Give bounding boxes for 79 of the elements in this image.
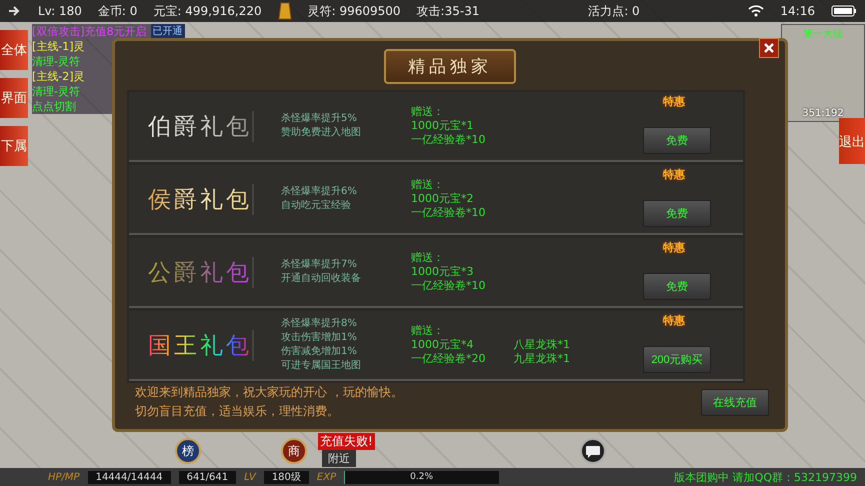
arrow-icon[interactable]: [8, 5, 22, 17]
gift-text: 1000元宝*3: [411, 265, 474, 279]
wifi-icon: [748, 5, 764, 17]
clock-text: 14:16: [780, 4, 815, 18]
exp-label: EXP: [316, 472, 336, 482]
perk-text: 攻击伤害增加1%: [281, 331, 358, 345]
notice-text: 欢迎来到精品独家，祝大家玩的开心 ，玩的愉快。: [135, 384, 403, 401]
round-button[interactable]: 榜: [175, 438, 201, 464]
gift-label: 赠送：: [411, 105, 445, 119]
perk-text: 杀怪爆率提升6%: [281, 185, 358, 199]
side-tab[interactable]: 下属: [0, 126, 28, 166]
gift-text: 一亿经验卷*10: [411, 279, 486, 293]
gift-label: 赠送：: [411, 178, 445, 192]
dialog-title: 精品独家: [384, 49, 516, 84]
region-name: 第一大陆: [803, 28, 843, 41]
side-tab[interactable]: 界面: [0, 78, 28, 118]
chat-button[interactable]: [580, 438, 606, 464]
perk-text: 杀怪爆率提升7%: [281, 258, 358, 272]
status-badge: 已开通: [150, 24, 185, 39]
perk-text: 伤害减免增加1%: [281, 345, 358, 359]
perk-text: 开通自动回收装备: [281, 272, 362, 286]
coordinates-text: 351:192: [802, 108, 844, 119]
battery-icon: [831, 5, 857, 17]
nearby-tab[interactable]: 附近: [322, 450, 356, 467]
perk-text: 自动吃元宝经验: [281, 199, 352, 213]
claim-button[interactable]: 免费: [643, 127, 711, 154]
lingfu-text: 灵符: 99609500: [308, 2, 401, 20]
gift-label: 赠送：: [411, 251, 445, 265]
quest-text[interactable]: [主线-2]灵: [32, 69, 85, 84]
package-name: 国王礼包: [148, 330, 254, 360]
attack-text: 攻击:35-31: [416, 2, 480, 20]
gift-label: 赠送：: [411, 324, 445, 338]
perk-text: 可进专属国王地图: [281, 359, 362, 373]
gift-text: 一亿经验卷*20: [411, 352, 486, 366]
perk-text: 杀怪爆率提升5%: [281, 112, 358, 126]
level-text: Lv: 180: [38, 4, 82, 18]
notice-text: 切勿盲目充值，适当娱乐，理性消费。: [135, 403, 340, 420]
perk-text: 赞助免费进入地图: [281, 126, 362, 140]
close-button[interactable]: [759, 38, 779, 58]
recharge-button[interactable]: 在线充值: [701, 388, 769, 416]
perk-text: 杀怪爆率提升8%: [281, 317, 358, 331]
package-name: 公爵礼包: [148, 256, 254, 288]
group-notice: 版本团购中 请加QQ群：532197399: [674, 470, 858, 484]
gift-text: 一亿经验卷*10: [411, 206, 486, 220]
claim-button[interactable]: 200元购买: [643, 346, 711, 373]
hp-mp-label: HP/MP: [48, 472, 80, 482]
quest-text[interactable]: [主线-1]灵: [32, 39, 85, 54]
claim-button[interactable]: 免费: [643, 273, 711, 300]
deal-label: 特惠: [663, 240, 685, 255]
quest-text[interactable]: 清理-灵符: [32, 84, 80, 99]
hp-value: 14444/14444: [88, 470, 171, 484]
quest-text[interactable]: 点点切割: [32, 99, 76, 114]
gift-text: 一亿经验卷*10: [411, 133, 486, 147]
claim-button[interactable]: 免费: [643, 200, 711, 227]
lv-value: 180级: [264, 470, 309, 484]
gift-text: 1000元宝*4: [411, 338, 474, 352]
lv-label: LV: [244, 472, 256, 482]
package-name: 伯爵礼包: [148, 110, 254, 142]
deal-label: 特惠: [663, 167, 685, 182]
package-name: 侯爵礼包: [148, 184, 254, 214]
exit-button[interactable]: 退出: [839, 118, 865, 164]
coin-count-text: 金币: 0: [98, 2, 138, 20]
vitality-text: 活力点: 0: [588, 2, 640, 20]
deal-label: 特惠: [663, 94, 685, 109]
gift-text: 1000元宝*1: [411, 119, 474, 133]
speech-bubble-icon: [585, 444, 601, 458]
quest-text[interactable]: 清理-灵符: [32, 54, 80, 69]
side-tab[interactable]: 全体: [0, 30, 28, 70]
yuanbao-text: 元宝: 499,916,220: [153, 2, 262, 20]
alert-text: 充值失败!: [318, 433, 375, 450]
exp-text: 0.2%: [409, 470, 434, 484]
gift-text: 八星龙珠*1: [514, 338, 570, 352]
talisman-icon: [278, 2, 292, 20]
round-button[interactable]: 商: [281, 438, 307, 464]
mp-value: 641/641: [178, 470, 236, 484]
deal-label: 特惠: [663, 313, 685, 328]
gift-text: 1000元宝*2: [411, 192, 474, 206]
gift-text: 九星龙珠*1: [514, 352, 570, 366]
close-icon: [763, 42, 775, 54]
